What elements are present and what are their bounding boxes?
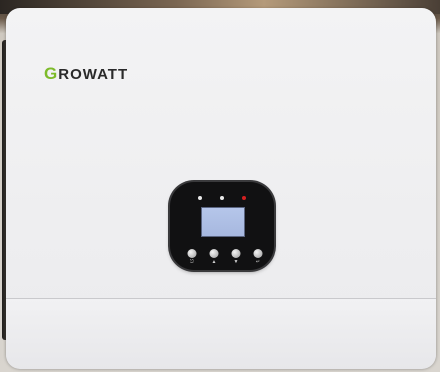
growatt-logo: GROWATT [44,64,128,84]
logo-wordmark: ROWATT [58,66,129,83]
bottom-cover [6,298,436,369]
control-panel: ⎋ ▲ ▼ ↵ [170,182,274,270]
up-arrow-icon: ▲ [211,259,217,265]
enter-button[interactable] [253,249,263,258]
logo-letter-g: G [44,64,59,83]
esc-icon: ⎋ [190,259,194,265]
inverter-body: GROWATT ⎋ ▲ ▼ ↵ [6,8,436,369]
esc-button[interactable] [187,249,197,258]
ac-bat-led [198,196,202,200]
up-button[interactable] [209,249,219,258]
down-arrow-icon: ▼ [233,259,239,265]
fault-led [242,196,246,200]
lcd-screen [201,207,245,237]
down-button[interactable] [231,249,241,258]
enter-icon: ↵ [255,259,261,265]
inv-led [220,196,224,200]
